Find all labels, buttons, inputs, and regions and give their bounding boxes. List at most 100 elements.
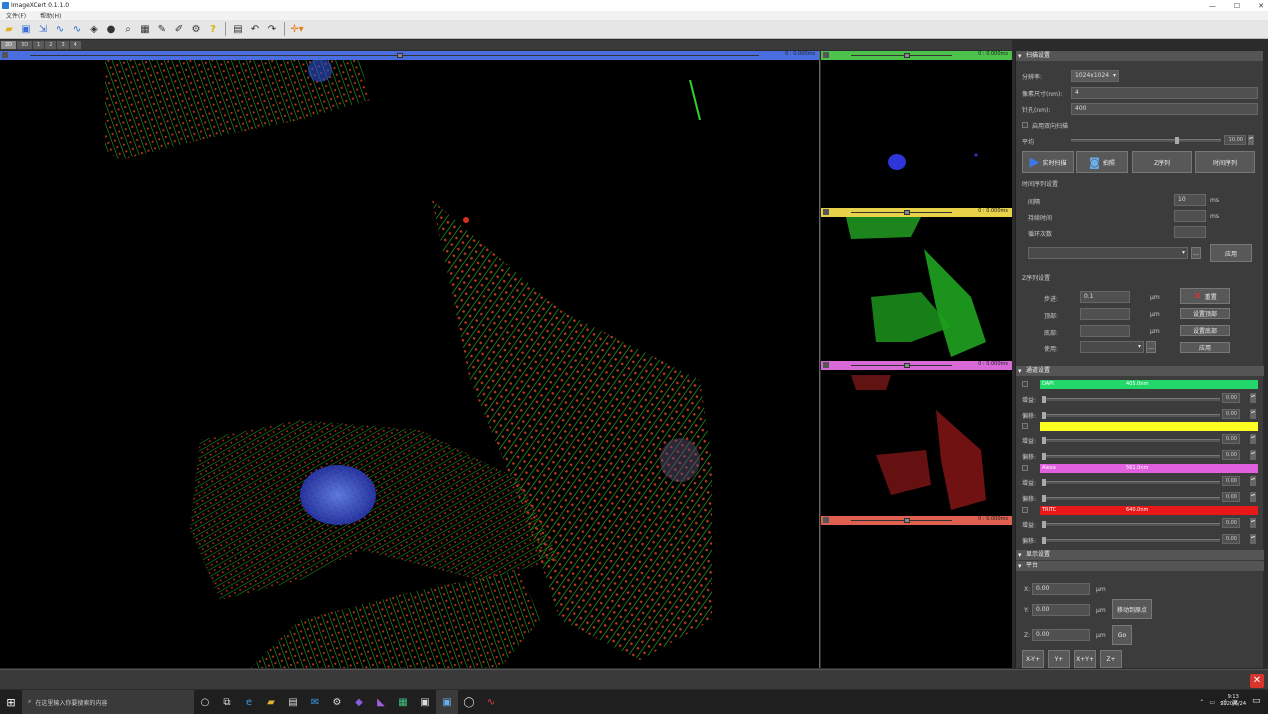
timelapse-apply-button[interactable]: 应用 (1210, 244, 1252, 262)
app3-icon[interactable]: ▣ (414, 690, 436, 714)
main-channel-slider[interactable] (30, 55, 759, 56)
close-red-button[interactable]: ✕ (1250, 674, 1264, 688)
channel-1-bar[interactable]: DAPI 405.0nm (1040, 380, 1258, 389)
tab-3[interactable]: 3 (57, 41, 69, 49)
vs-icon[interactable]: ◣ (370, 690, 392, 714)
channel-1-offset-slider[interactable] (1042, 412, 1220, 419)
spin-button[interactable]: ▴▾ (1250, 534, 1256, 544)
visual-studio-icon[interactable]: ◆ (348, 690, 370, 714)
move-xminus-yplus-button[interactable]: X-Y+ (1022, 650, 1044, 668)
thumb-magenta[interactable]: 0 : 0.000ms (821, 361, 1012, 516)
average-spin-button[interactable]: ▴▾ (1248, 135, 1254, 145)
channel-3-gain-slider[interactable] (1042, 479, 1220, 486)
redo-icon[interactable]: ↷ (265, 22, 279, 36)
cube-icon[interactable]: ◈ (87, 22, 101, 36)
channel-4-checkbox[interactable] (1022, 507, 1028, 513)
spin-button[interactable]: ▴▾ (1250, 492, 1256, 502)
thumb-slider[interactable] (851, 55, 952, 56)
tab-1[interactable]: 1 (33, 41, 45, 49)
spin-button[interactable]: ▴▾ (1250, 518, 1256, 528)
task-view-icon[interactable]: ⧉ (216, 690, 238, 714)
z-apply-button[interactable]: 应用 (1180, 342, 1230, 353)
channel-4-gain-value[interactable]: 0.00 (1222, 518, 1240, 528)
slider-knob[interactable] (1042, 437, 1046, 444)
settings-icon[interactable]: ⚙ (189, 22, 203, 36)
network-icon[interactable]: ▭ (1209, 699, 1215, 706)
cortana-icon[interactable]: ○ (194, 690, 216, 714)
channel-3-offset-slider[interactable] (1042, 495, 1220, 502)
export-icon[interactable]: ⇲ (36, 22, 50, 36)
waveform-icon[interactable]: ∿ (53, 22, 67, 36)
spin-button[interactable]: ▴▾ (1250, 434, 1256, 444)
imagexcert-taskbar-icon[interactable]: ▣ (436, 690, 458, 714)
slider-knob[interactable] (1042, 396, 1046, 403)
thumb-slider[interactable] (851, 520, 952, 521)
main-image-view[interactable]: 0 : 0.000ms (0, 51, 820, 668)
thumb-yellow[interactable]: 0 : 0.000ms (821, 208, 1012, 361)
minimize-button[interactable]: — (1209, 2, 1216, 10)
count-input[interactable] (1174, 226, 1206, 238)
duration-input[interactable] (1174, 210, 1206, 222)
thumb-slider-knob[interactable] (904, 363, 910, 368)
app2-icon[interactable]: ▦ (392, 690, 414, 714)
channel-1-gain-value[interactable]: 0.00 (1222, 393, 1240, 403)
channel-3-checkbox[interactable] (1022, 465, 1028, 471)
sphere-icon[interactable]: ● (104, 22, 118, 36)
stage-x-input[interactable]: 0.00 (1032, 583, 1090, 595)
close-button[interactable]: ✕ (1258, 2, 1264, 10)
crosshair-icon[interactable]: ✛▾ (290, 22, 304, 36)
edge-icon[interactable]: e (238, 690, 260, 714)
display-settings-header[interactable]: 显示设置 (1016, 550, 1264, 560)
windows-start-icon[interactable]: ⊞ (0, 690, 22, 714)
spin-button[interactable]: ▴▾ (1250, 393, 1256, 403)
step-input[interactable]: 0.1 (1080, 291, 1130, 303)
waveform2-icon[interactable]: ∿ (70, 22, 84, 36)
channel-2-bar[interactable] (1040, 422, 1258, 431)
thumb-slider[interactable] (851, 365, 952, 366)
go-button[interactable]: Go (1112, 625, 1132, 645)
slider-knob[interactable] (1042, 412, 1046, 419)
tab-3d[interactable]: 3D (17, 41, 33, 49)
clock[interactable]: 9:13 2020/6/24 (1220, 694, 1246, 708)
z-sequence-button[interactable]: Z序列 (1132, 151, 1192, 173)
menu-help[interactable]: 帮助(H) (40, 11, 61, 20)
zoom-icon[interactable]: ⌕ (121, 22, 135, 36)
average-value[interactable]: 10.00 (1224, 135, 1246, 145)
set-top-button[interactable]: 设置顶部 (1180, 308, 1230, 319)
maximize-button[interactable]: ☐ (1234, 2, 1240, 10)
bottom-input[interactable] (1080, 325, 1130, 337)
pixel-size-input[interactable]: 4 (1071, 87, 1258, 99)
channel-3-bar[interactable]: Alexa 561.0nm (1040, 464, 1258, 473)
average-slider[interactable] (1071, 137, 1221, 144)
thumb-slider-knob[interactable] (904, 210, 910, 215)
channel-4-bar[interactable]: TRITC 640.0nm (1040, 506, 1258, 515)
window-icon[interactable]: ▤ (231, 22, 245, 36)
undo-icon[interactable]: ↶ (248, 22, 262, 36)
stage-header[interactable]: 平台 (1016, 561, 1264, 571)
resolution-select[interactable]: 1024x1024 ▾ (1071, 70, 1119, 82)
move-origin-button[interactable]: 移动到原点 (1112, 599, 1152, 619)
use-more-button[interactable]: … (1146, 341, 1156, 353)
slider-knob[interactable] (1042, 537, 1046, 544)
scan-settings-header[interactable]: 扫描设置 (1016, 51, 1263, 61)
thumb-slider-knob[interactable] (904, 518, 910, 523)
channel-3-gain-value[interactable]: 0.00 (1222, 476, 1240, 486)
channel-1-gain-slider[interactable] (1042, 396, 1220, 403)
edit-icon[interactable]: ✐ (172, 22, 186, 36)
reset-button[interactable]: ✕ 重置 (1180, 288, 1230, 304)
slider-knob[interactable] (1042, 495, 1046, 502)
capture-button[interactable]: ◙ 拍照 (1076, 151, 1128, 173)
thumb-red[interactable]: 0 : 0.000ms (821, 516, 1012, 668)
top-input[interactable] (1080, 308, 1130, 320)
thumb-slider-knob[interactable] (904, 53, 910, 58)
app4-icon[interactable]: ∿ (480, 690, 502, 714)
spin-button[interactable]: ▴▾ (1250, 450, 1256, 460)
slider-knob[interactable] (1042, 521, 1046, 528)
thumb-slider[interactable] (851, 212, 952, 213)
slider-knob[interactable] (1042, 453, 1046, 460)
preset-select[interactable]: ▾ (1028, 247, 1188, 259)
chat-icon[interactable]: ◯ (458, 690, 480, 714)
thumb-green[interactable]: 0 : 0.000ms (821, 51, 1012, 208)
open-folder-icon[interactable]: ▰ (2, 22, 16, 36)
channel-settings-header[interactable]: 通道设置 (1016, 366, 1264, 376)
